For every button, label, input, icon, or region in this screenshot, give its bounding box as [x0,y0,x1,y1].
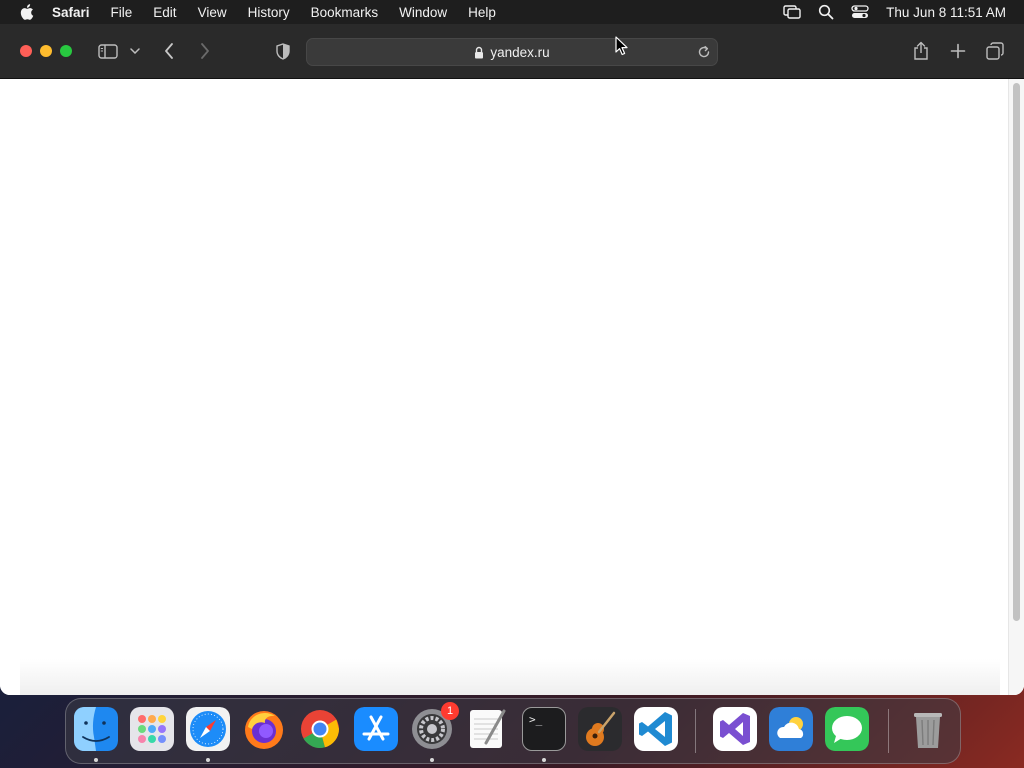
menubar-clock[interactable]: Thu Jun 8 11:51 AM [886,5,1006,20]
trash-icon[interactable] [906,707,950,751]
tab-group-chevron-down-icon[interactable] [128,39,142,63]
finder-icon[interactable] [74,707,118,751]
visual-studio-icon[interactable] [713,707,757,751]
vscode-icon[interactable] [634,707,678,751]
safari-toolbar: yandex.ru [0,24,1024,79]
textedit-icon[interactable] [466,707,510,751]
apple-menu-icon[interactable] [18,3,36,21]
sidebar-toggle-icon[interactable] [96,39,120,63]
menu-file[interactable]: File [111,5,133,20]
app-store-icon[interactable] [354,707,398,751]
control-center-icon[interactable] [850,3,870,21]
firefox-icon[interactable] [242,707,286,751]
window-minimize-button[interactable] [40,45,52,57]
menu-window[interactable]: Window [399,5,447,20]
safari-window: yandex.ru [0,24,1024,695]
menu-view[interactable]: View [198,5,227,20]
weather-icon[interactable] [769,707,813,751]
dock-separator-trash [888,709,889,753]
tab-overview-icon[interactable] [984,39,1006,63]
lock-icon [474,46,484,59]
terminal-running-dot [542,758,546,762]
safari-dock-icon[interactable] [186,707,230,751]
back-chevron-icon[interactable] [158,39,180,63]
spotlight-search-icon[interactable] [816,3,836,21]
menu-help[interactable]: Help [468,5,496,20]
terminal-prompt-glyph: >_ [529,713,543,726]
terminal-icon[interactable]: >_ [522,707,566,751]
reload-icon[interactable] [695,43,713,61]
page-bottom-shadow [20,659,1000,695]
window-close-button[interactable] [20,45,32,57]
dock: 1 >_ [65,698,961,764]
menu-history[interactable]: History [248,5,290,20]
launchpad-icon[interactable] [130,707,174,751]
menu-app-name[interactable]: Safari [52,5,90,20]
chrome-icon[interactable] [298,707,342,751]
address-bar[interactable]: yandex.ru [306,38,718,66]
screen-mirroring-icon[interactable] [782,3,802,21]
safari-running-dot [206,758,210,762]
mouse-pointer-icon [615,36,629,56]
share-icon[interactable] [910,39,932,63]
scrollbar-thumb[interactable] [1013,83,1020,621]
window-zoom-button[interactable] [60,45,72,57]
menu-bookmarks[interactable]: Bookmarks [311,5,379,20]
web-page-content[interactable] [0,79,1024,695]
settings-notification-badge: 1 [441,702,459,720]
menu-edit[interactable]: Edit [153,5,176,20]
menu-bar: Safari File Edit View History Bookmarks … [0,0,1024,24]
finder-running-dot [94,758,98,762]
privacy-shield-icon[interactable] [272,39,294,63]
dock-separator [695,709,696,753]
new-tab-plus-icon[interactable] [947,39,969,63]
garageband-icon[interactable] [578,707,622,751]
address-url: yandex.ru [490,44,550,60]
messages-icon[interactable] [825,707,869,751]
forward-chevron-icon[interactable] [194,39,216,63]
vertical-scrollbar[interactable] [1008,79,1024,695]
settings-running-dot [430,758,434,762]
